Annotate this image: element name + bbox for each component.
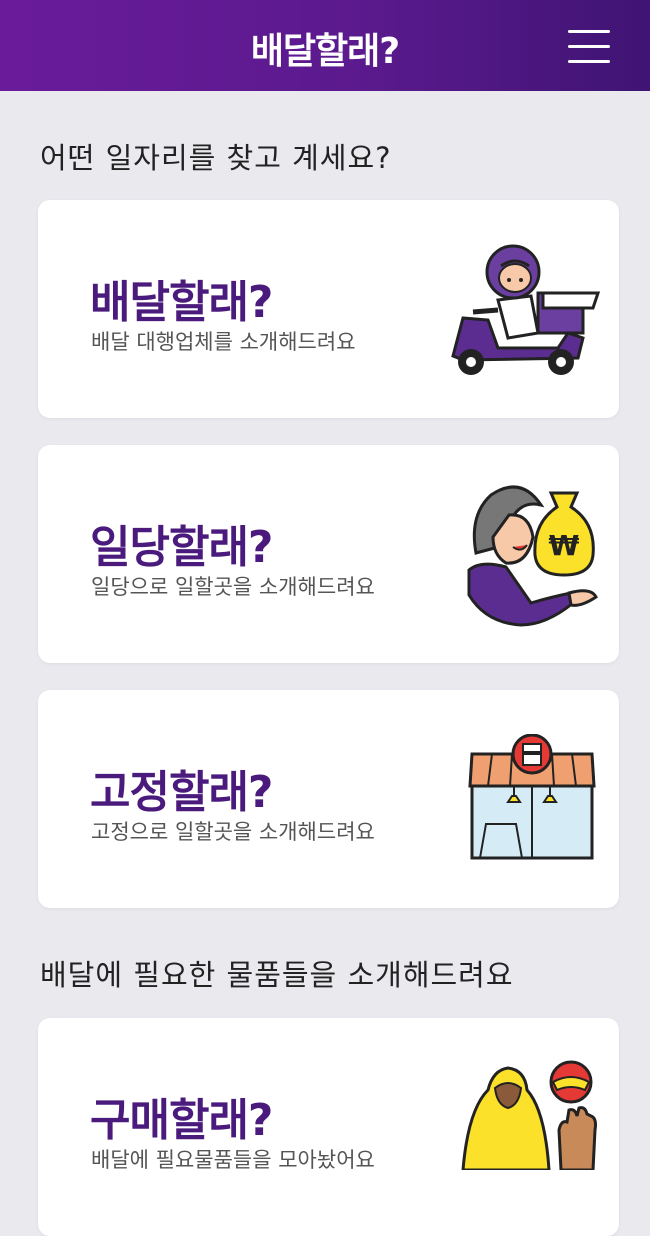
daily-job-card[interactable]: 일당할래? 일당으로 일할곳을 소개해드려요 ₩ [38,445,619,663]
app-header: 배달할래? [0,0,650,91]
delivery-card[interactable]: 배달할래? 배달 대행업체를 소개해드려요 [38,200,619,418]
delivery-card-desc: 배달 대행업체를 소개해드려요 [91,330,356,354]
fixed-job-card[interactable]: 고정할래? 고정으로 일할곳을 소개해드려요 [38,690,619,908]
daily-job-card-desc: 일당으로 일할곳을 소개해드려요 [91,575,375,599]
supplies-section-title: 배달에 필요한 물품들을 소개해드려요 [40,958,514,992]
fixed-job-card-title: 고정할래? [90,767,273,818]
fixed-job-card-desc: 고정으로 일할곳을 소개해드려요 [91,820,375,844]
purchase-card-desc: 배달에 필요물품들을 모아놨어요 [91,1148,375,1172]
svg-text:₩: ₩ [549,529,580,562]
purchase-card-title: 구매할래? [90,1095,273,1146]
app-logo[interactable]: 배달할래? [0,22,650,74]
money-bag-icon: ₩ [467,485,598,627]
store-icon [468,734,596,860]
menu-icon-bar [568,60,610,63]
menu-icon-bar [568,30,610,33]
delivery-card-title: 배달할래? [90,277,273,328]
job-section-title: 어떤 일자리를 찾고 계세요? [40,141,392,175]
scooter-rider-icon [451,244,601,375]
raincoat-helmet-gloves-icon [461,1060,597,1170]
daily-job-card-title: 일당할래? [90,522,273,573]
menu-icon[interactable] [568,28,610,64]
purchase-card[interactable]: 구매할래? 배달에 필요물품들을 모아놨어요 [38,1018,619,1236]
menu-icon-bar [568,45,610,48]
